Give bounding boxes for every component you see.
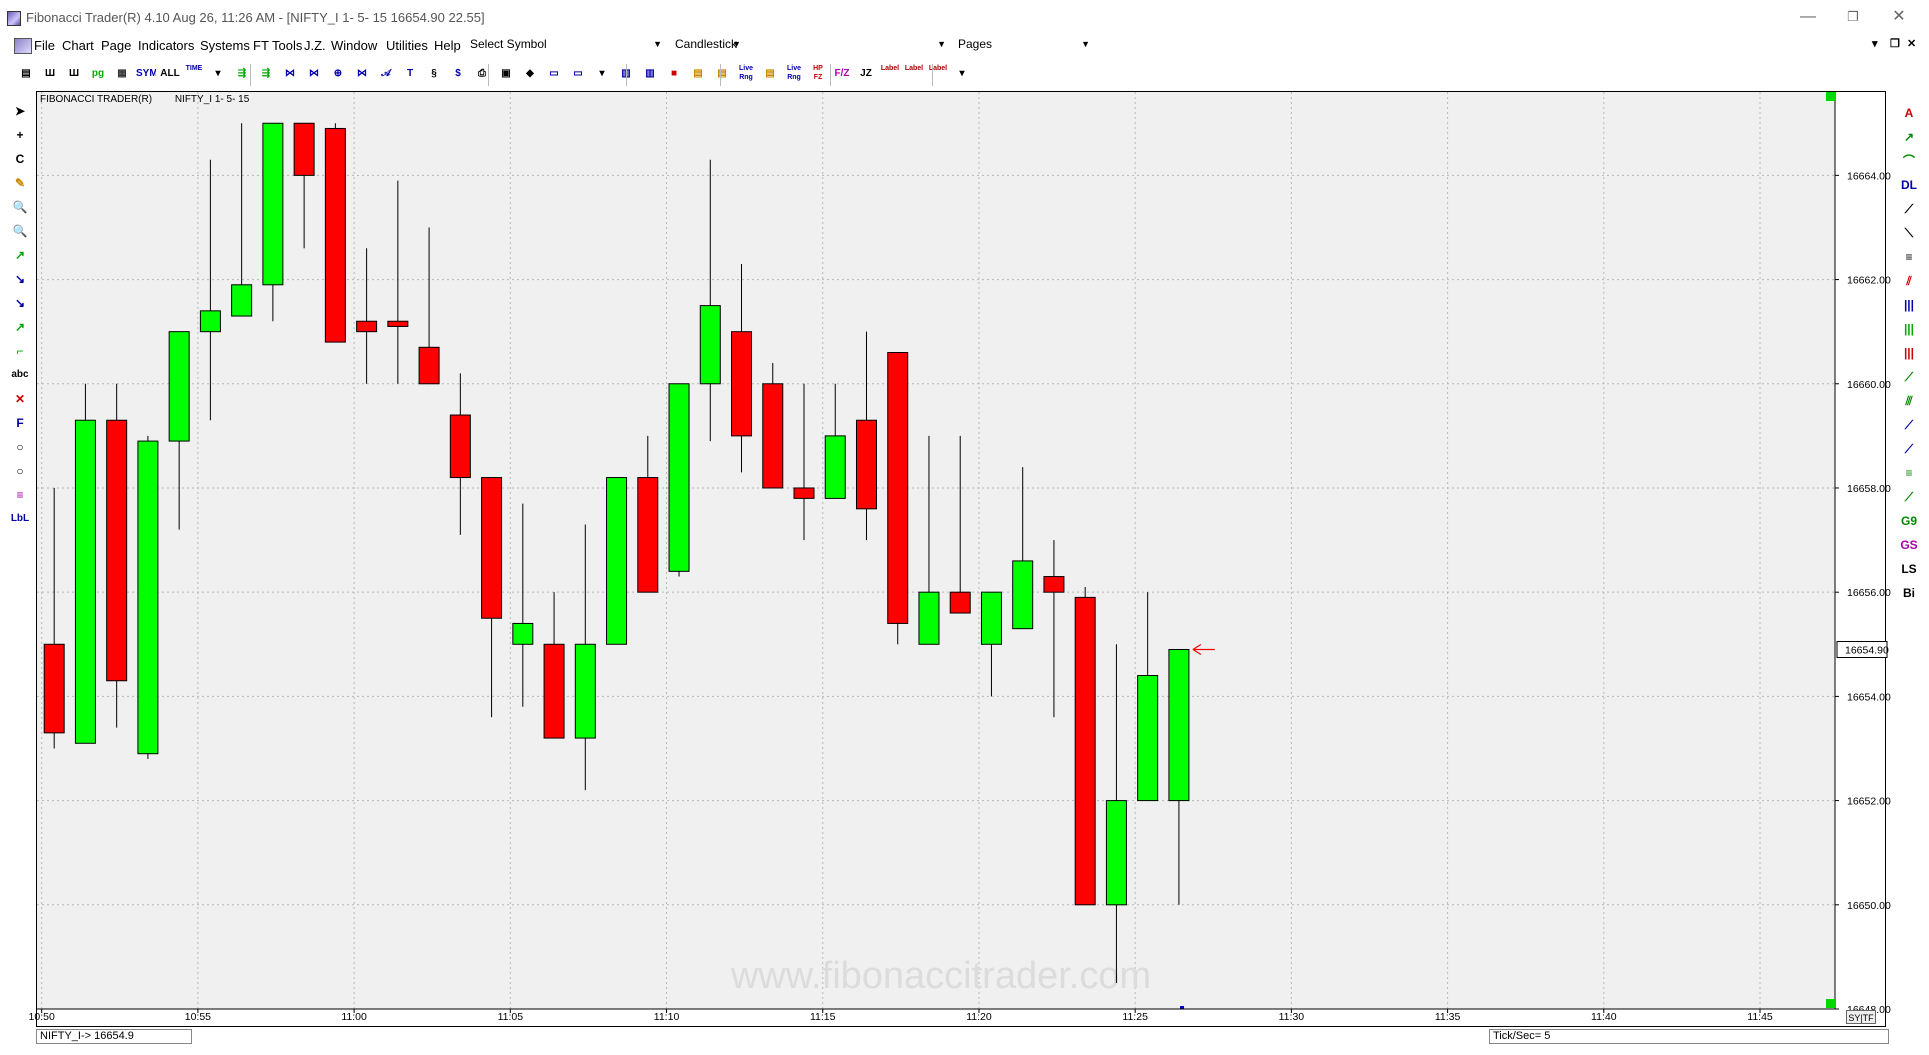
status-symbol-price: NIFTY_I-> 16654.9 bbox=[36, 1029, 192, 1044]
last-price-label: 16654.90 bbox=[1845, 644, 1889, 656]
x-tick-label: 11:15 bbox=[810, 1011, 836, 1023]
sy-tf-button[interactable]: SY|TF bbox=[1846, 1010, 1876, 1024]
x-tick-label: 10:50 bbox=[29, 1011, 55, 1023]
x-tick-label: 11:05 bbox=[498, 1011, 524, 1023]
y-tick-label: 16656.00 bbox=[1847, 587, 1891, 599]
x-tick-label: 11:45 bbox=[1747, 1011, 1773, 1023]
y-tick-label: 16654.00 bbox=[1847, 691, 1891, 703]
status-ticks: Tick/Sec= 5 bbox=[1489, 1029, 1889, 1044]
x-tick-label: 11:00 bbox=[341, 1011, 367, 1023]
y-tick-label: 16652.00 bbox=[1847, 796, 1891, 808]
x-tick-label: 11:35 bbox=[1435, 1011, 1461, 1023]
chart-corner-marker bbox=[1826, 999, 1835, 1008]
x-tick-label: 10:55 bbox=[185, 1011, 211, 1023]
y-tick-label: 16662.00 bbox=[1847, 275, 1891, 287]
chart-axes: 16664.00 16662.00 16660.00 16658.00 16656.00… bbox=[29, 92, 1891, 1023]
y-tick-label: 16650.00 bbox=[1847, 900, 1891, 912]
x-tick-label: 11:40 bbox=[1591, 1011, 1617, 1023]
y-tick-label: 16664.00 bbox=[1847, 170, 1891, 182]
x-tick-label: 11:30 bbox=[1279, 1011, 1305, 1023]
y-tick-label: 16660.00 bbox=[1847, 379, 1891, 391]
chart-corner-marker bbox=[1826, 92, 1835, 101]
x-tick-label: 11:10 bbox=[654, 1011, 680, 1023]
y-tick-label: 16658.00 bbox=[1847, 483, 1891, 495]
x-tick-label: 11:25 bbox=[1122, 1011, 1148, 1023]
x-tick-label: 11:20 bbox=[966, 1011, 992, 1023]
